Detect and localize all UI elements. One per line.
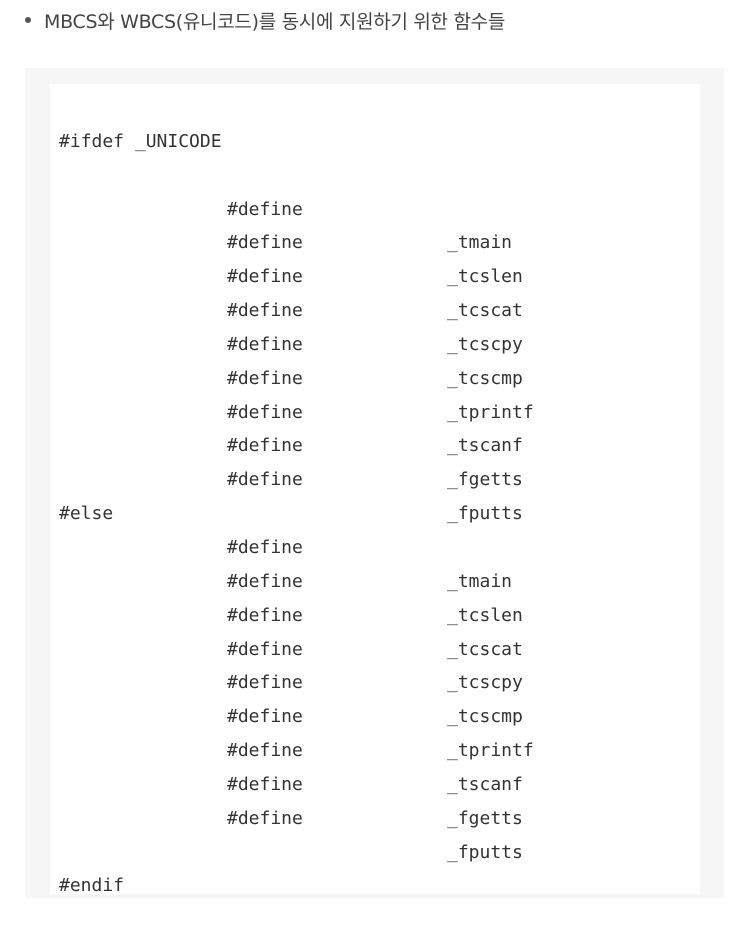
code-line-define: #define _tcscpy [59, 260, 523, 355]
define-keyword: #define [227, 232, 303, 254]
bullet-item: MBCS와 WBCS(유니코드)를 동시에 지원하기 위한 함수들 [0, 0, 750, 48]
define-symbol: _fgetts [447, 807, 523, 829]
define-keyword: #define [227, 266, 303, 288]
define-keyword: #define [227, 807, 303, 829]
define-symbol: _tscanf [447, 435, 523, 457]
code-line-define: #define _tprintf [59, 328, 534, 423]
define-keyword: #define [227, 367, 303, 389]
define-symbol: _tprintf [447, 401, 534, 423]
define-keyword: #define [227, 604, 303, 626]
code-line-ifdef: #ifdef _UNICODE [59, 91, 222, 152]
code-line-define: #define _tscanf [59, 700, 523, 795]
define-keyword: #define [227, 536, 303, 558]
define-keyword: #define [227, 773, 303, 795]
code-line-endif: #endif [59, 836, 124, 896]
define-symbol: _fgetts [447, 469, 523, 491]
code-endif: #endif [59, 875, 125, 897]
define-keyword: #define [227, 300, 303, 322]
define-symbol: _tcscmp [447, 367, 523, 389]
define-keyword: #define [227, 570, 303, 592]
define-keyword: #define [227, 740, 303, 762]
define-symbol: _fputts [447, 503, 523, 525]
code-line-define: #define _fputts [59, 429, 523, 524]
define-symbol: _tmain [447, 232, 513, 254]
code-line-define: #define _tscanf [59, 362, 523, 457]
bullet-dot-icon [25, 17, 31, 23]
code-line-else: #else [59, 463, 113, 524]
code-line-define: #define _fputts [59, 768, 523, 863]
code-line-define: #define _tcscpy [59, 599, 523, 694]
define-symbol: _tmain [447, 570, 513, 592]
define-symbol: _tcslen [447, 266, 523, 288]
code-line-define: #define _tcslen [59, 531, 523, 626]
code-line-define: #define _tcslen [59, 193, 523, 287]
bullet-text: MBCS와 WBCS(유니코드)를 동시에 지원하기 위한 함수들 [44, 11, 505, 33]
code-line-define: #define _tcscmp [59, 294, 523, 389]
define-keyword: #define [227, 401, 303, 423]
define-keyword: #define [227, 469, 303, 491]
code-line-define: #define _tprintf [59, 666, 534, 761]
define-symbol: _tcscmp [447, 706, 523, 728]
code-line-define: #define _tcscat [59, 565, 523, 660]
define-symbol: _tcscat [447, 300, 523, 322]
define-keyword: #define [227, 435, 303, 457]
code-lines: #ifdef _UNICODE #define _tmain #define _… [59, 91, 534, 897]
code-line-define: #define _tmain [59, 159, 512, 254]
define-keyword: #define [227, 333, 303, 355]
code-line-define: #define _tcscat [59, 226, 523, 321]
define-keyword: #define [227, 706, 303, 728]
define-symbol: _tcscpy [447, 672, 523, 694]
define-symbol: _tscanf [447, 773, 523, 795]
code-line-define: #define _tmain [59, 497, 512, 592]
code-block [50, 84, 700, 894]
define-symbol: _tcslen [447, 604, 523, 626]
code-line-define: #define _fgetts [59, 396, 523, 490]
code-line-define: #define _fgetts [59, 734, 523, 829]
define-symbol: _tcscat [447, 638, 523, 660]
define-symbol: _fputts [447, 841, 523, 863]
define-symbol: _tprintf [447, 740, 534, 762]
define-symbol: _tcscpy [447, 333, 523, 355]
define-keyword: #define [227, 638, 303, 660]
define-keyword: #define [227, 672, 303, 694]
code-line-define: #define _tcscmp [59, 633, 523, 727]
define-keyword: #define [227, 198, 303, 220]
